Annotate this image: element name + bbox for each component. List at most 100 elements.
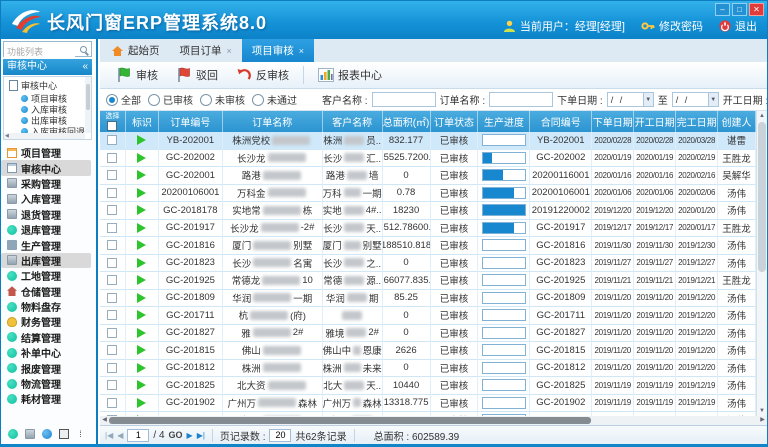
row-checkbox[interactable] [107,310,117,320]
row-checkbox[interactable] [107,153,117,163]
logout-button[interactable]: 退出 [719,18,757,34]
change-password-link[interactable]: 修改密码 [641,18,703,34]
scroll-up-arrow[interactable]: ▲ [757,111,767,121]
tab-3[interactable]: 项目审核× [242,39,314,62]
cart-icon[interactable] [25,429,35,439]
table-row[interactable]: YB-202001株洲党校株洲员..832.177已审核YB-202001202… [100,132,756,150]
table-row[interactable]: GC-201812株洲株洲未来0已审核GC-2018122019/11/2020… [100,360,756,378]
column-header-13[interactable]: 创建人 [718,111,756,132]
column-header-12[interactable]: 完工日期 [676,111,718,132]
row-checkbox[interactable] [107,345,117,355]
sidebar-item-4[interactable]: 入库管理 [1,191,94,206]
chevron-down-icon[interactable]: ▼ [643,93,653,106]
row-checkbox[interactable] [107,275,117,285]
order-date-input[interactable]: / /▼ [607,92,654,107]
row-checkbox[interactable] [107,240,117,250]
next-page-button[interactable]: ▶ [187,431,193,440]
sidebar-item-16[interactable]: 物流管理 [1,376,94,391]
sidebar-item-12[interactable]: 财务管理 [1,314,94,329]
table-row[interactable]: GC-201825北大资北大天..10440已审核GC-2018252019/1… [100,377,756,395]
radio-3[interactable] [200,94,212,106]
order-name-input[interactable] [489,92,553,107]
tree-horizontal-scrollbar[interactable] [4,133,85,139]
table-row[interactable]: GC-201827雅2#雅境2#0已审核GC-2018272019/11/202… [100,325,756,343]
tab-1[interactable]: 起始页 [102,39,170,62]
sidebar-item-7[interactable]: 生产管理 [1,237,94,252]
collapse-icon[interactable]: « [82,59,88,75]
first-page-button[interactable]: |◀ [105,431,113,440]
table-row[interactable]: GC-202002长沙龙长沙汇..65525.7200..已审核GC-20200… [100,150,756,168]
sidebar-item-13[interactable]: 结算管理 [1,330,94,345]
row-checkbox[interactable] [107,328,117,338]
sidebar-item-2[interactable]: 审核中心 [1,160,91,175]
column-header-11[interactable]: 开工日期 [634,111,676,132]
radio-1[interactable] [106,94,118,106]
maximize-button[interactable]: □ [732,3,747,16]
sidebar-item-10[interactable]: 仓储管理 [1,284,94,299]
table-row[interactable]: GC-201902广州万森林广州万森林13318.775已审核GC-201902… [100,395,756,413]
sidebar-item-3[interactable]: 采购管理 [1,176,94,191]
sidebar-item-5[interactable]: 退货管理 [1,207,94,222]
column-header-8[interactable]: 生产进度 [478,111,530,132]
table-row[interactable]: GC-201711杭(府)0已审核GC-2017112019/11/202019… [100,307,756,325]
toolbar-button-1[interactable]: 审核 [108,63,166,87]
horizontal-scrollbar[interactable]: ◀ ▶ [100,416,767,425]
table-row[interactable]: GC-201823长沙名寓长沙之..0已审核GC-2018232019/11/2… [100,255,756,273]
vertical-scroll-thumb[interactable] [758,122,766,272]
table-row[interactable]: GC-201815佛山佛山中恩康2626已审核GC-2018152019/11/… [100,342,756,360]
table-row[interactable]: GC-2018178实地常栋实地4#..18230已审核201912200022… [100,202,756,220]
tab-2[interactable]: 项目订单× [170,39,242,62]
vertical-scrollbar[interactable]: ▲ ▼ [756,111,767,416]
table-row[interactable]: GC-201809华润一期华润期85.25已审核GC-2018092019/11… [100,290,756,308]
table-row[interactable]: GC-202001路港路港墙0已审核202001160012020/01/162… [100,167,756,185]
row-checkbox[interactable] [107,293,117,303]
toolbar-button-4[interactable]: 报表中心 [310,63,390,87]
tree-vertical-scrollbar[interactable] [85,77,91,133]
customer-name-input[interactable] [372,92,436,107]
row-checkbox[interactable] [107,205,117,215]
row-checkbox[interactable] [107,380,117,390]
table-row[interactable]: GC-201816厦门别墅厦门别墅188510.818已审核GC-2018162… [100,237,756,255]
column-header-6[interactable]: 总面积(㎡) [383,111,431,132]
close-button[interactable]: ✕ [749,3,764,16]
prev-page-button[interactable]: ◀ [117,431,123,440]
table-row[interactable]: GC-201917长沙龙-2#长沙天..8512.78600..已审核GC-20… [100,220,756,238]
column-header-3[interactable]: 订单编号 [159,111,223,132]
sidebar-item-9[interactable]: 工地管理 [1,268,94,283]
sidebar-item-11[interactable]: 物料盘存 [1,299,94,314]
column-header-4[interactable]: 订单名称 [223,111,323,132]
row-checkbox[interactable] [107,398,117,408]
last-page-button[interactable]: ▶| [197,431,205,440]
radio-2[interactable] [148,94,160,106]
book-icon[interactable] [59,429,69,439]
page-size-input[interactable] [269,429,291,442]
minimize-button[interactable]: – [715,3,730,16]
row-checkbox[interactable] [107,223,117,233]
sidebar-panel-header[interactable]: 审核中心 « [3,59,92,75]
sidebar-item-8[interactable]: 出库管理 [1,253,91,268]
row-checkbox[interactable] [107,135,117,145]
row-checkbox[interactable] [107,188,117,198]
row-checkbox[interactable] [107,363,117,373]
function-search-input[interactable] [4,45,75,58]
toolbar-button-2[interactable]: 驳回 [168,63,226,87]
scroll-left-arrow[interactable]: ◀ [100,416,109,425]
column-header-9[interactable]: 合同编号 [530,111,592,132]
swirl-icon[interactable] [42,429,52,439]
sidebar-item-17[interactable]: 耗材管理 [1,391,94,406]
table-row[interactable]: 20200106001万科金万科一期0.78已审核202001060012020… [100,185,756,203]
column-header-10[interactable]: 下单日期 [592,111,634,132]
go-button[interactable]: GO [169,430,183,440]
row-checkbox[interactable] [107,170,117,180]
table-row[interactable]: GC-201925常德龙10常德源..266077.835..已审核GC-201… [100,272,756,290]
sidebar-item-6[interactable]: 退库管理 [1,222,94,237]
column-header-1[interactable]: 选择 [100,111,126,132]
order-date-end-input[interactable]: / /▼ [672,92,719,107]
column-header-5[interactable]: 客户名称 [323,111,383,132]
sidebar-item-15[interactable]: 报废管理 [1,360,94,375]
more-icon[interactable]: ⁞ [76,429,86,439]
tab-close-icon[interactable]: × [227,46,232,56]
toolbar-button-3[interactable]: 反审核 [228,63,297,87]
sidebar-item-1[interactable]: 项目管理 [1,145,94,160]
radio-4[interactable] [252,94,264,106]
